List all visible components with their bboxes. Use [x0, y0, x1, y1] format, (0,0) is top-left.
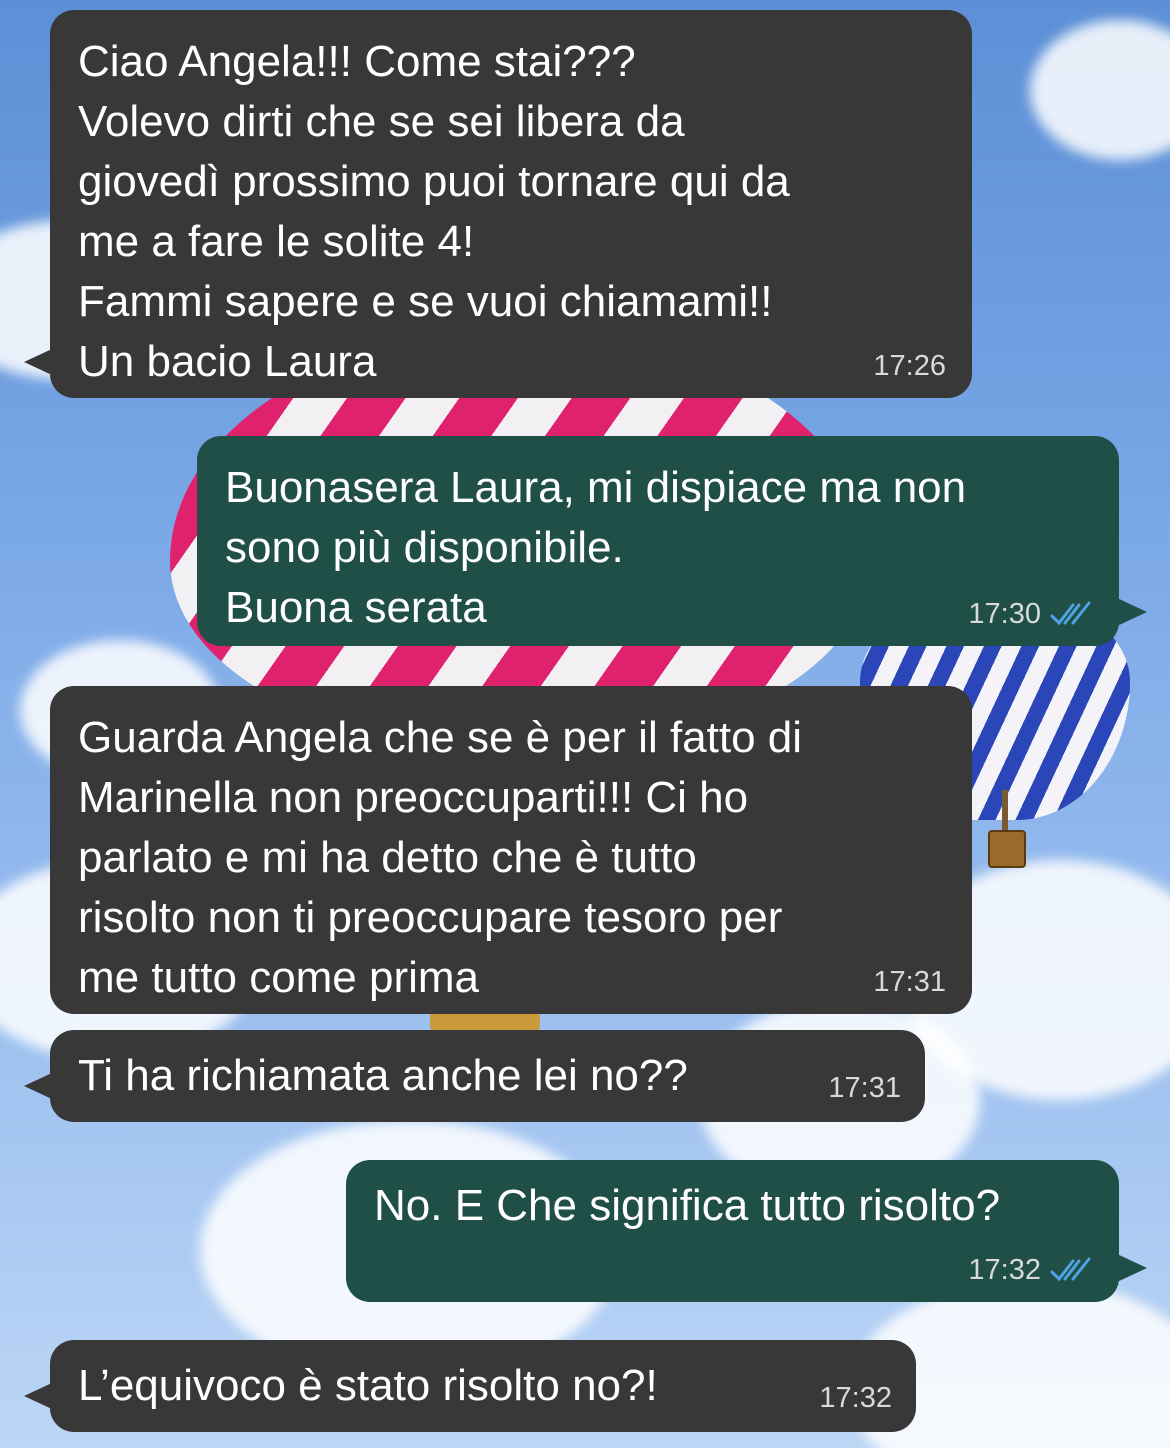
- message-bubble-outgoing[interactable]: No. E Che significa tutto risolto? 17:32: [346, 1160, 1147, 1302]
- bubble-tail: [1117, 1254, 1147, 1282]
- message-meta: 17:31: [873, 966, 946, 998]
- message-time: 17:32: [819, 1382, 892, 1414]
- message-bubble-incoming[interactable]: Ciao Angela!!! Come stai??? Volevo dirti…: [24, 10, 972, 398]
- message-bubble-outgoing[interactable]: Buonasera Laura, mi dispiace ma non sono…: [197, 436, 1147, 646]
- bubble-tail: [1117, 598, 1147, 626]
- message-meta: 17:26: [873, 350, 946, 382]
- double-check-icon: [1050, 601, 1091, 626]
- message-text: No. E Che significa tutto risolto?: [374, 1181, 1001, 1230]
- double-check-icon: [1050, 1257, 1091, 1282]
- bubble-tail: [24, 1382, 54, 1410]
- bubble-tail: [24, 1072, 54, 1100]
- message-time: 17:30: [968, 598, 1041, 630]
- message-text: Buonasera Laura, mi dispiace ma non sono…: [225, 463, 967, 632]
- message-time: 17:32: [968, 1254, 1041, 1286]
- message-text: L’equivoco è stato risolto no?!: [78, 1361, 658, 1410]
- message-time: 17:31: [828, 1072, 901, 1104]
- message-time: 17:26: [873, 350, 946, 382]
- message-bubble-incoming[interactable]: Ti ha richiamata anche lei no?? 17:31: [24, 1030, 925, 1122]
- bubble-tail: [24, 348, 54, 376]
- message-text: Ti ha richiamata anche lei no??: [78, 1051, 688, 1100]
- message-text: Guarda Angela che se è per il fatto di M…: [78, 713, 803, 1002]
- message-bubble-incoming[interactable]: Guarda Angela che se è per il fatto di M…: [50, 686, 972, 1014]
- message-meta: 17:31: [828, 1072, 901, 1104]
- message-bubble-incoming[interactable]: L’equivoco è stato risolto no?! 17:32: [24, 1340, 916, 1432]
- message-meta: 17:32: [819, 1382, 892, 1414]
- message-meta: 17:30: [968, 598, 1093, 630]
- message-meta: 17:32: [968, 1254, 1093, 1286]
- message-time: 17:31: [873, 966, 946, 998]
- balloon-basket: [988, 830, 1026, 868]
- message-text: Ciao Angela!!! Come stai??? Volevo dirti…: [78, 37, 790, 386]
